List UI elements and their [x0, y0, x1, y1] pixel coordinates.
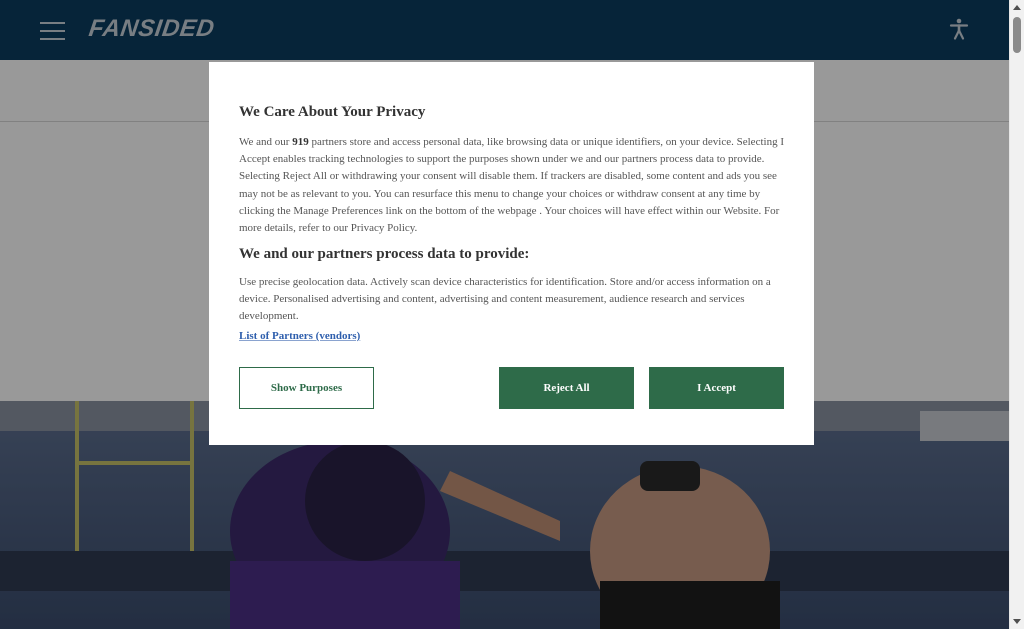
- consent-intro: We and our 919 partners store and access…: [239, 136, 784, 235]
- scrollbar-thumb[interactable]: [1013, 17, 1021, 53]
- reject-all-button[interactable]: Reject All: [499, 367, 634, 409]
- partner-count: 919: [292, 136, 309, 148]
- page-scrollbar[interactable]: [1009, 0, 1024, 629]
- purposes-text: Use precise geolocation data. Actively s…: [239, 276, 771, 323]
- scroll-up-arrow-icon[interactable]: [1013, 5, 1021, 10]
- page: FANSIDED We Care About Your Privacy We a…: [0, 0, 1009, 629]
- dialog-subtitle: We and our partners process data to prov…: [239, 246, 530, 262]
- scroll-down-arrow-icon[interactable]: [1013, 619, 1021, 624]
- dialog-title: We Care About Your Privacy: [239, 104, 426, 120]
- accept-button[interactable]: I Accept: [649, 367, 784, 409]
- show-purposes-button[interactable]: Show Purposes: [239, 367, 374, 409]
- privacy-consent-dialog: We Care About Your Privacy We and our 91…: [209, 62, 814, 445]
- partners-list-link[interactable]: List of Partners (vendors): [239, 330, 360, 342]
